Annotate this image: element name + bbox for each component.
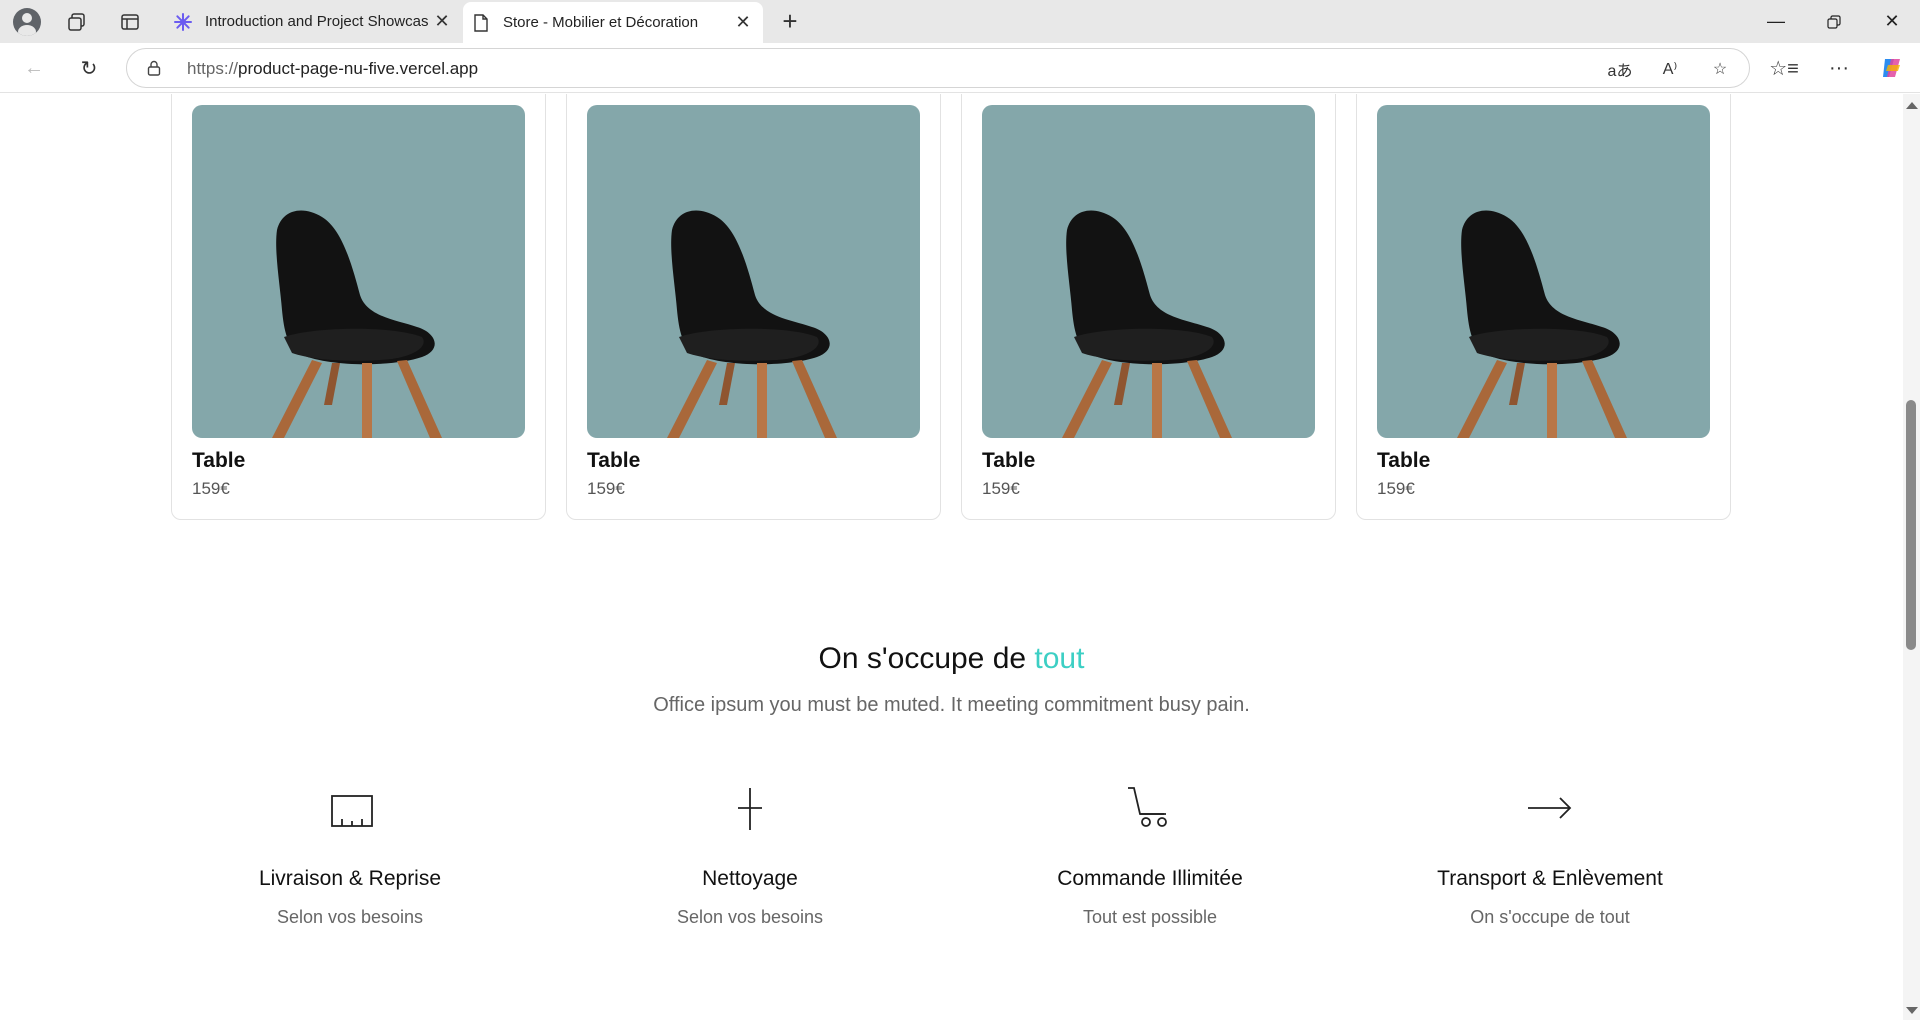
product-name[interactable]: Table: [192, 449, 245, 473]
more-menu-button[interactable]: ···: [1823, 52, 1855, 84]
product-card[interactable]: Table 159€: [171, 94, 546, 520]
service-transport: Transport & Enlèvement On s'occupe de to…: [1370, 784, 1730, 928]
close-tab-icon[interactable]: ✕: [729, 9, 757, 37]
collections-icon: [68, 13, 85, 31]
product-grid: Table 159€ Table 159€ Table 159€ Table 159€: [171, 94, 1731, 524]
favorite-button[interactable]: ☆: [1707, 57, 1733, 81]
scroll-down-icon[interactable]: [1906, 1007, 1918, 1014]
product-price: 159€: [982, 479, 1020, 498]
tab-store[interactable]: Store - Mobilier et Décoration ✕: [463, 2, 763, 43]
translate-icon: aあ: [1607, 63, 1633, 80]
restore-icon: [1827, 14, 1841, 29]
minimize-button[interactable]: —: [1748, 0, 1804, 43]
new-tab-button[interactable]: +: [774, 5, 806, 37]
product-price: 159€: [1377, 479, 1415, 498]
arrow-right-icon: [1528, 797, 1572, 819]
ellipsis-icon: ···: [1829, 56, 1849, 79]
tab-title: Introduction and Project Showcas: [205, 13, 428, 30]
product-card[interactable]: Table 159€: [1356, 94, 1731, 520]
restore-button[interactable]: [1806, 0, 1862, 43]
vertical-tabs-button[interactable]: [114, 6, 146, 38]
plus-thin-icon: [738, 788, 762, 830]
service-subtitle: On s'occupe de tout: [1470, 907, 1630, 927]
address-bar[interactable]: https://product-page-nu-five.vercel.app …: [126, 48, 1750, 88]
product-image[interactable]: [1377, 105, 1710, 438]
close-icon: ✕: [1884, 11, 1900, 31]
back-button[interactable]: ←: [18, 52, 50, 84]
close-tab-icon[interactable]: ✕: [428, 8, 456, 36]
profile-button[interactable]: [11, 6, 43, 38]
scroll-up-icon[interactable]: [1906, 102, 1918, 109]
product-image[interactable]: [982, 105, 1315, 438]
section-subtitle: Office ipsum you must be muted. It meeti…: [653, 694, 1250, 716]
product-name[interactable]: Table: [1377, 449, 1430, 473]
copilot-icon: [1883, 59, 1900, 77]
favorites-list-icon: ☆≡: [1769, 57, 1799, 80]
product-price: 159€: [192, 479, 230, 498]
vertical-scrollbar[interactable]: [1903, 94, 1920, 1020]
service-nettoyage: Nettoyage Selon vos besoins: [570, 784, 930, 928]
url-text: https://product-page-nu-five.vercel.app: [187, 59, 479, 78]
product-price: 159€: [587, 479, 625, 498]
copilot-button[interactable]: [1876, 52, 1908, 84]
vertical-tabs-icon: [121, 14, 139, 30]
favorites-button[interactable]: ☆≡: [1768, 52, 1800, 84]
lock-icon: [147, 60, 161, 76]
plus-icon: +: [782, 5, 798, 36]
page-viewport: Table 159€ Table 159€ Table 159€ Table 159€ On …: [0, 94, 1920, 1020]
refresh-icon: ↻: [80, 57, 98, 80]
browser-toolbar: ← ↻ https://product-page-nu-five.vercel.…: [0, 43, 1920, 93]
product-name[interactable]: Table: [587, 449, 640, 473]
service-subtitle: Selon vos besoins: [676, 907, 824, 927]
title-accent: tout: [1034, 642, 1085, 675]
collections-button[interactable]: [61, 6, 93, 38]
profile-icon: [13, 8, 41, 36]
service-subtitle: Selon vos besoins: [276, 907, 424, 927]
service-title: Livraison & Reprise: [258, 867, 442, 890]
read-aloud-button[interactable]: A⁾: [1657, 57, 1683, 81]
service-livraison: Livraison & Reprise Selon vos besoins: [170, 784, 530, 928]
product-card[interactable]: Table 159€: [566, 94, 941, 520]
page-icon: [471, 13, 491, 33]
service-title: Nettoyage: [702, 867, 798, 890]
close-window-button[interactable]: ✕: [1864, 0, 1920, 43]
arrow-left-icon: ←: [24, 56, 44, 79]
star-icon: ☆: [1712, 61, 1728, 78]
product-image[interactable]: [587, 105, 920, 438]
product-card[interactable]: Table 159€: [961, 94, 1336, 520]
product-name[interactable]: Table: [982, 449, 1035, 473]
browser-tab-bar: Introduction and Project Showcas ✕ Store…: [0, 0, 1920, 43]
refresh-button[interactable]: ↻: [73, 52, 105, 84]
services-row: Livraison & Reprise Selon vos besoins Ne…: [0, 784, 1903, 934]
section-title: On s'occupe de tout: [818, 642, 1085, 675]
read-aloud-icon: A⁾: [1662, 61, 1678, 78]
service-commande: Commande Illimitée Tout est possible: [970, 784, 1330, 928]
service-subtitle: Tout est possible: [1082, 907, 1218, 927]
ruler-box-icon: [331, 795, 373, 827]
product-image[interactable]: [192, 105, 525, 438]
tab-introduction[interactable]: Introduction and Project Showcas ✕: [165, 0, 462, 43]
cart-icon: [1128, 787, 1167, 827]
gear-flower-icon: [173, 12, 193, 32]
service-title: Commande Illimitée: [1057, 867, 1243, 890]
scrollbar-thumb[interactable]: [1906, 400, 1916, 650]
service-title: Transport & Enlèvement: [1437, 867, 1663, 890]
minimize-icon: —: [1767, 11, 1785, 31]
translate-button[interactable]: aあ: [1607, 57, 1633, 81]
tab-title: Store - Mobilier et Décoration: [503, 14, 699, 31]
